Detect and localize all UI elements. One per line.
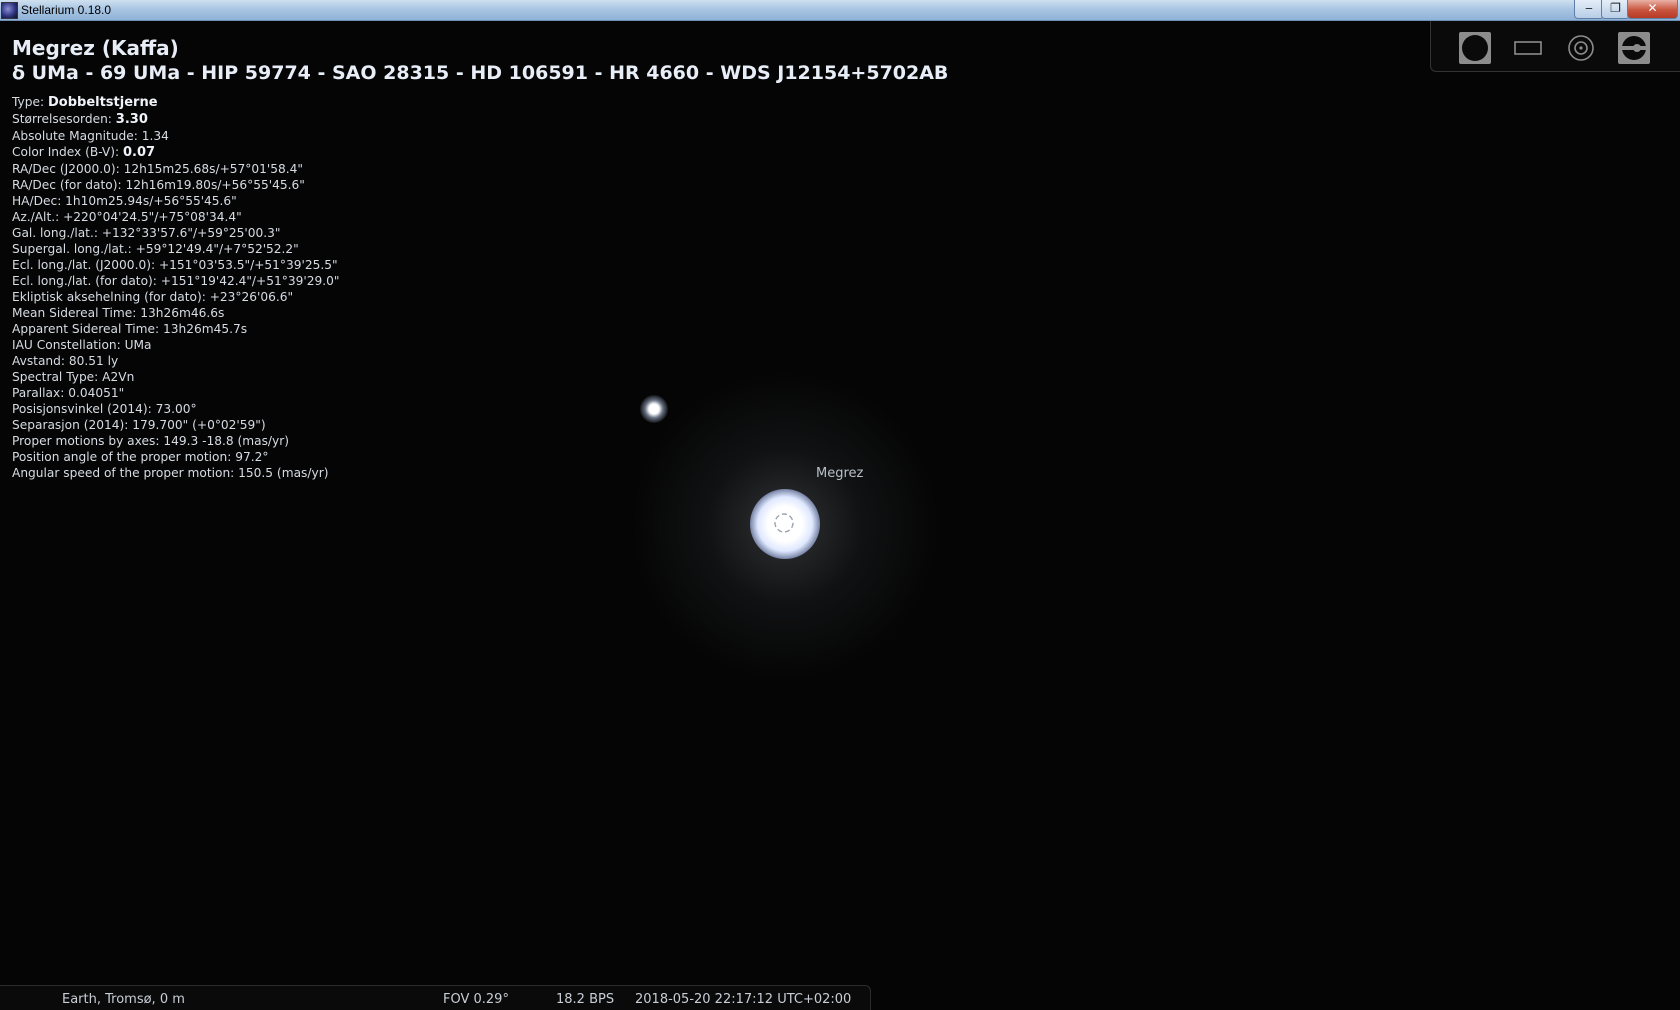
info-row-value: 179.700" (+0°02'59") (132, 418, 266, 432)
star-label: Megrez (816, 466, 864, 481)
info-row: IAU Constellation: UMa (12, 337, 948, 353)
info-row-label: Position angle of the proper motion: (12, 450, 236, 464)
info-row-label: Angular speed of the proper motion: (12, 466, 239, 480)
ocular-frame-button[interactable] (1511, 31, 1545, 65)
info-row-value: +220°04'24.5"/+75°08'34.4" (63, 210, 242, 224)
info-row: HA/Dec: 1h10m25.94s/+56°55'45.6" (12, 193, 948, 209)
sky-view[interactable]: Megrez (Kaffa) δ UMa - 69 UMa - HIP 5977… (0, 21, 1680, 1010)
info-row-label: Type: (12, 95, 48, 109)
info-row-value: 3.30 (115, 112, 148, 127)
info-row-label: Størrelsesorden: (12, 112, 116, 126)
window-title: Stellarium 0.18.0 (21, 3, 112, 17)
info-row-value: 12h16m19.80s/+56°55'45.6" (125, 178, 305, 192)
info-row: RA/Dec (for dato): 12h16m19.80s/+56°55'4… (12, 177, 948, 193)
info-row-value: 13h26m46.6s (140, 306, 225, 320)
ocular-frame-icon (1514, 41, 1542, 55)
info-row-value: +59°12'49.4"/+7°52'52.2" (135, 242, 299, 256)
minimize-button[interactable]: ‒ (1574, 0, 1604, 19)
info-row: Az./Alt.: +220°04'24.5"/+75°08'34.4" (12, 209, 948, 225)
object-name: Megrez (Kaffa) (12, 36, 179, 60)
info-row: Ecl. long./lat. (J2000.0): +151°03'53.5"… (12, 257, 948, 273)
selection-reticle-icon (774, 513, 794, 533)
info-row-value: 150.5 (mas/yr) (238, 466, 329, 480)
info-row: Absolute Magnitude: 1.34 (12, 128, 948, 144)
companion-star[interactable] (640, 395, 668, 423)
info-row-label: RA/Dec (J2000.0): (12, 162, 124, 176)
stellarium-app-icon (1, 2, 18, 19)
info-row-label: Gal. long./lat.: (12, 226, 102, 240)
info-row-label: Avstand: (12, 354, 69, 368)
info-row-value: 97.2° (235, 450, 269, 464)
info-row-value: +151°03'53.5"/+51°39'25.5" (158, 258, 338, 272)
telrad-icon (1568, 35, 1594, 61)
info-row-value: 0.07 (123, 145, 156, 160)
info-row: Gal. long./lat.: +132°33'57.6"/+59°25'00… (12, 225, 948, 241)
info-row-value: 149.3 -18.8 (mas/yr) (163, 434, 290, 448)
info-row-label: Apparent Sidereal Time: (12, 322, 164, 336)
info-row-label: Ecl. long./lat. (for dato): (12, 274, 161, 288)
info-row: Ecl. long./lat. (for dato): +151°19'42.4… (12, 273, 948, 289)
datetime-status[interactable]: 2018-05-20 22:17:12 UTC+02:00 (635, 992, 851, 1007)
restore-button[interactable]: ❐ (1601, 0, 1630, 19)
info-row-value: 1h10m25.94s/+56°55'45.6" (65, 194, 237, 208)
info-row-label: Mean Sidereal Time: (12, 306, 141, 320)
info-row-label: Posisjonsvinkel (2014): (12, 402, 156, 416)
status-bar: Earth, Tromsø, 0 m FOV 0.29° 18.2 BPS 20… (0, 985, 871, 1010)
info-row-value: +151°19'42.4"/+51°39'29.0" (160, 274, 340, 288)
info-row-label: Ecl. long./lat. (J2000.0): (12, 258, 159, 272)
info-row-label: Proper motions by axes: (12, 434, 164, 448)
info-row: Apparent Sidereal Time: 13h26m45.7s (12, 321, 948, 337)
info-row-label: Az./Alt.: (12, 210, 64, 224)
info-row-value: +132°33'57.6"/+59°25'00.3" (101, 226, 281, 240)
object-designations: δ UMa - 69 UMa - HIP 59774 - SAO 28315 -… (12, 62, 949, 84)
info-row: Type: Dobbeltstjerne (12, 94, 948, 111)
info-row-label: Spectral Type: (12, 370, 103, 384)
info-row: Avstand: 80.51 ly (12, 353, 948, 369)
info-row: Supergal. long./lat.: +59°12'49.4"/+7°52… (12, 241, 948, 257)
info-row-label: Absolute Magnitude: (12, 129, 142, 143)
top-right-button-panel (1430, 21, 1680, 72)
info-row-label: Separasjon (2014): (12, 418, 133, 432)
title-bar[interactable]: Stellarium 0.18.0 ‒ ❐ ✕ (0, 0, 1680, 21)
info-row-value: +23°26'06.6" (209, 290, 294, 304)
info-row-value: UMa (124, 338, 152, 352)
info-row-value: 73.00° (155, 402, 197, 416)
planet-icon (1459, 32, 1491, 64)
info-row: RA/Dec (J2000.0): 12h15m25.68s/+57°01'58… (12, 161, 948, 177)
info-row-value: 80.51 ly (68, 354, 119, 368)
stellarium-window: Stellarium 0.18.0 ‒ ❐ ✕ Megrez (Kaffa) δ… (0, 0, 1680, 1010)
info-row-value: 12h15m25.68s/+57°01'58.4" (123, 162, 303, 176)
info-row-label: Parallax: (12, 386, 69, 400)
close-button[interactable]: ✕ (1627, 0, 1678, 19)
info-row: Ekliptisk aksehelning (for dato): +23°26… (12, 289, 948, 305)
planet-button[interactable] (1458, 31, 1492, 65)
info-row-label: IAU Constellation: (12, 338, 125, 352)
configuration-button[interactable] (1617, 31, 1651, 65)
info-row: Størrelsesorden: 3.30 (12, 111, 948, 128)
telrad-button[interactable] (1564, 31, 1598, 65)
info-row-value: 1.34 (141, 129, 169, 143)
info-row-value: Dobbeltstjerne (47, 95, 158, 110)
info-row-label: Color Index (B-V): (12, 145, 123, 159)
info-row-value: 13h26m45.7s (163, 322, 248, 336)
info-row: Color Index (B-V): 0.07 (12, 144, 948, 161)
info-row-label: Ekliptisk aksehelning (for dato): (12, 290, 210, 304)
fov-status: FOV 0.29° (443, 992, 509, 1007)
info-row: Mean Sidereal Time: 13h26m46.6s (12, 305, 948, 321)
info-row-label: RA/Dec (for dato): (12, 178, 126, 192)
info-row-value: A2Vn (102, 370, 135, 384)
fps-status: 18.2 BPS (556, 992, 615, 1007)
location-status[interactable]: Earth, Tromsø, 0 m (62, 992, 185, 1007)
configuration-icon (1618, 32, 1650, 64)
info-row-label: Supergal. long./lat.: (12, 242, 136, 256)
info-row-label: HA/Dec: (12, 194, 66, 208)
info-row-value: 0.04051" (68, 386, 125, 400)
